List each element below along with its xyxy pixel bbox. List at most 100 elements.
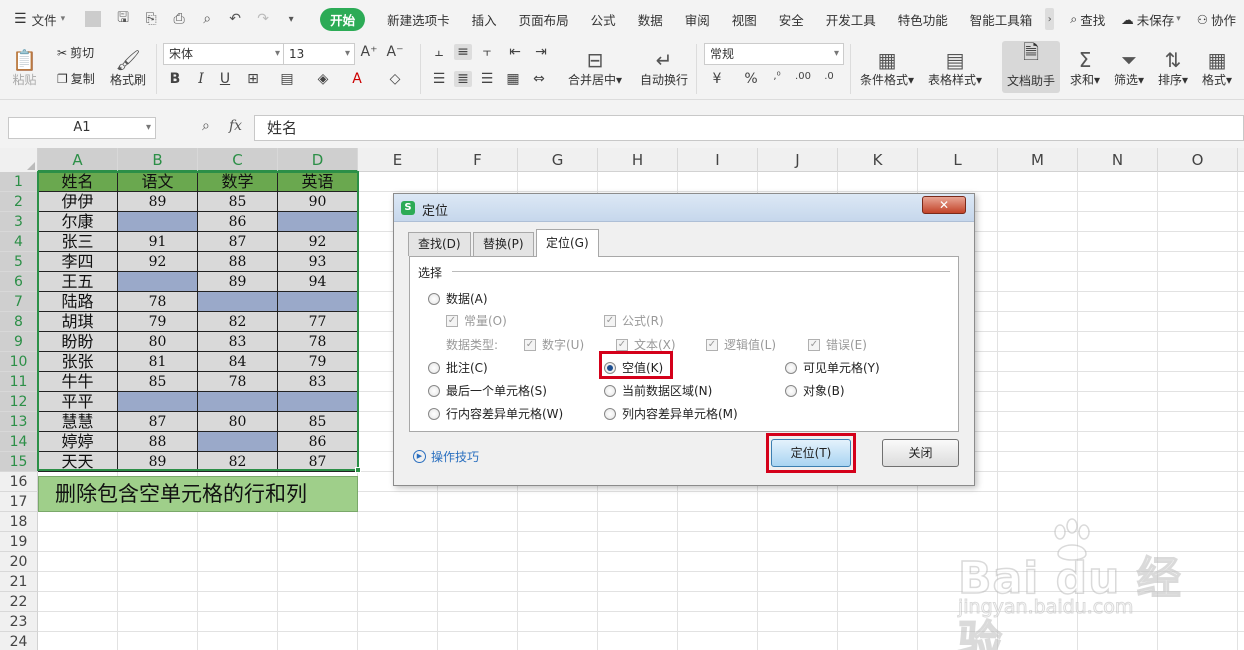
font-size-select[interactable]: 13 <box>283 43 355 65</box>
row-header[interactable]: 8 <box>0 312 38 332</box>
file-menu[interactable]: ☰ 文件 ▾ <box>0 0 73 38</box>
column-header-k[interactable]: K <box>838 148 918 172</box>
column-header-j[interactable]: J <box>758 148 838 172</box>
column-header-i[interactable]: I <box>678 148 758 172</box>
formula-input[interactable]: 姓名 <box>254 115 1244 141</box>
thousands-icon[interactable]: ,⁰ <box>768 71 786 82</box>
column-header-c[interactable]: C <box>198 148 278 172</box>
format-painter-button[interactable]: 🖌 格式刷 <box>110 42 146 88</box>
customize-icon[interactable]: ▾ <box>283 14 299 25</box>
more-tabs-arrow-icon[interactable]: › <box>1045 8 1055 30</box>
check-constants[interactable]: ✓ 常量(O) <box>446 312 507 329</box>
column-header-n[interactable]: N <box>1078 148 1158 172</box>
row-header[interactable]: 22 <box>0 592 38 612</box>
align-left-icon[interactable]: ☰ <box>430 71 448 87</box>
row-header[interactable]: 4 <box>0 232 38 252</box>
font-color-icon[interactable]: A <box>348 71 366 87</box>
row-header[interactable]: 16 <box>0 472 38 492</box>
tab-view[interactable]: 视图 <box>721 0 768 38</box>
check-errors[interactable]: ✓ 错误(E) <box>808 336 867 353</box>
tab-home[interactable]: 开始 <box>309 0 376 38</box>
cell-style-icon[interactable]: ▤ <box>278 71 296 87</box>
row-header[interactable]: 21 <box>0 572 38 592</box>
column-header-d[interactable]: D <box>278 148 358 172</box>
tab-page-layout[interactable]: 页面布局 <box>508 0 580 38</box>
wrap-text-button[interactable]: ↵ 自动换行 <box>640 42 688 88</box>
row-header[interactable]: 3 <box>0 212 38 232</box>
row-header[interactable]: 2 <box>0 192 38 212</box>
row-header[interactable]: 10 <box>0 352 38 372</box>
row-header[interactable]: 20 <box>0 552 38 572</box>
percent-icon[interactable]: % <box>742 71 760 87</box>
tips-link[interactable]: ▶ 操作技巧 <box>413 448 479 465</box>
tab-review[interactable]: 审阅 <box>674 0 721 38</box>
currency-icon[interactable]: ¥ <box>708 71 726 87</box>
paste-button[interactable]: 📋 粘贴 <box>12 42 37 88</box>
dialog-close-button[interactable]: ✕ <box>922 196 966 214</box>
column-header-e[interactable]: E <box>358 148 438 172</box>
tab-security[interactable]: 安全 <box>768 0 815 38</box>
indent-increase-icon[interactable]: ⇥ <box>532 44 550 60</box>
tab-replace[interactable]: 替换(P) <box>473 232 534 256</box>
print-icon[interactable]: ⎙ <box>171 11 187 27</box>
row-header[interactable]: 6 <box>0 272 38 292</box>
tab-formulas[interactable]: 公式 <box>580 0 627 38</box>
decrease-decimal-icon[interactable]: .0 <box>820 71 838 82</box>
search-button[interactable]: ⌕ 查找 <box>1062 0 1113 38</box>
align-top-icon[interactable]: ⫠ <box>430 44 448 60</box>
align-right-icon[interactable]: ☰ <box>478 71 496 87</box>
clear-format-icon[interactable]: ◇ <box>386 71 404 87</box>
row-header[interactable]: 15 <box>0 452 38 472</box>
underline-icon[interactable]: U <box>216 71 234 87</box>
doc-helper-button[interactable]: 🗎 文档助手 <box>1002 40 1060 93</box>
filter-button[interactable]: ⏷ 筛选▾ <box>1114 42 1144 88</box>
row-header[interactable]: 24 <box>0 632 38 650</box>
radio-current-region[interactable]: 当前数据区域(N) <box>604 382 712 399</box>
border-icon[interactable]: ⊞ <box>244 71 262 87</box>
radio-data[interactable]: 数据(A) <box>428 290 488 307</box>
tab-find[interactable]: 查找(D) <box>408 232 471 256</box>
cut-button[interactable]: ✂ 剪切 <box>57 44 94 61</box>
close-button[interactable]: 关闭 <box>882 439 959 467</box>
title-banner-cell[interactable]: 删除包含空单元格的行和列 <box>38 476 358 512</box>
select-all-corner[interactable] <box>0 148 38 172</box>
print-preview-icon[interactable]: ⌕ <box>199 11 215 27</box>
save-status-button[interactable]: ☁ 未保存 ▾ <box>1113 0 1189 38</box>
dialog-title-bar[interactable]: S 定位 ✕ <box>394 194 974 222</box>
row-header[interactable]: 7 <box>0 292 38 312</box>
row-header[interactable]: 11 <box>0 372 38 392</box>
radio-row-differences[interactable]: 行内容差异单元格(W) <box>428 405 563 422</box>
name-box[interactable]: A1 <box>8 117 156 139</box>
column-header-m[interactable]: M <box>998 148 1078 172</box>
check-numbers[interactable]: ✓ 数字(U) <box>524 336 584 353</box>
indent-decrease-icon[interactable]: ⇤ <box>506 44 524 60</box>
fill-color-icon[interactable]: ◈ <box>314 71 332 87</box>
export-icon[interactable]: ⎘ <box>143 11 159 27</box>
radio-objects[interactable]: 对象(B) <box>785 382 845 399</box>
italic-icon[interactable]: I <box>192 71 210 87</box>
column-header-g[interactable]: G <box>518 148 598 172</box>
column-header-o[interactable]: O <box>1158 148 1238 172</box>
align-center-icon[interactable]: ≣ <box>454 71 472 87</box>
row-header[interactable]: 19 <box>0 532 38 552</box>
decrease-font-icon[interactable]: A⁻ <box>386 44 404 60</box>
radio-last-cell[interactable]: 最后一个单元格(S) <box>428 382 547 399</box>
table-style-button[interactable]: ▤ 表格样式▾ <box>928 42 982 88</box>
format-button[interactable]: ▦ 格式▾ <box>1202 42 1232 88</box>
radio-column-differences[interactable]: 列内容差异单元格(M) <box>604 405 738 422</box>
align-bottom-icon[interactable]: ⫟ <box>478 44 496 60</box>
check-logical[interactable]: ✓ 逻辑值(L) <box>706 336 776 353</box>
redo-icon[interactable]: ↷ <box>255 11 271 27</box>
fill-handle[interactable] <box>355 467 361 473</box>
row-header[interactable]: 9 <box>0 332 38 352</box>
copy-button[interactable]: ❐ 复制 <box>57 70 95 87</box>
zoom-icon[interactable]: ⌕ <box>202 118 210 134</box>
save-icon[interactable]: 🖫 <box>115 7 131 31</box>
row-header[interactable]: 18 <box>0 512 38 532</box>
tab-special-features[interactable]: 特色功能 <box>887 0 959 38</box>
bold-icon[interactable]: B <box>166 71 184 87</box>
collaborate-button[interactable]: ⚇ 协作 <box>1189 0 1244 38</box>
column-header-b[interactable]: B <box>118 148 198 172</box>
row-header[interactable]: 12 <box>0 392 38 412</box>
merge-center-button[interactable]: ⊟ 合并居中▾ <box>568 42 622 88</box>
